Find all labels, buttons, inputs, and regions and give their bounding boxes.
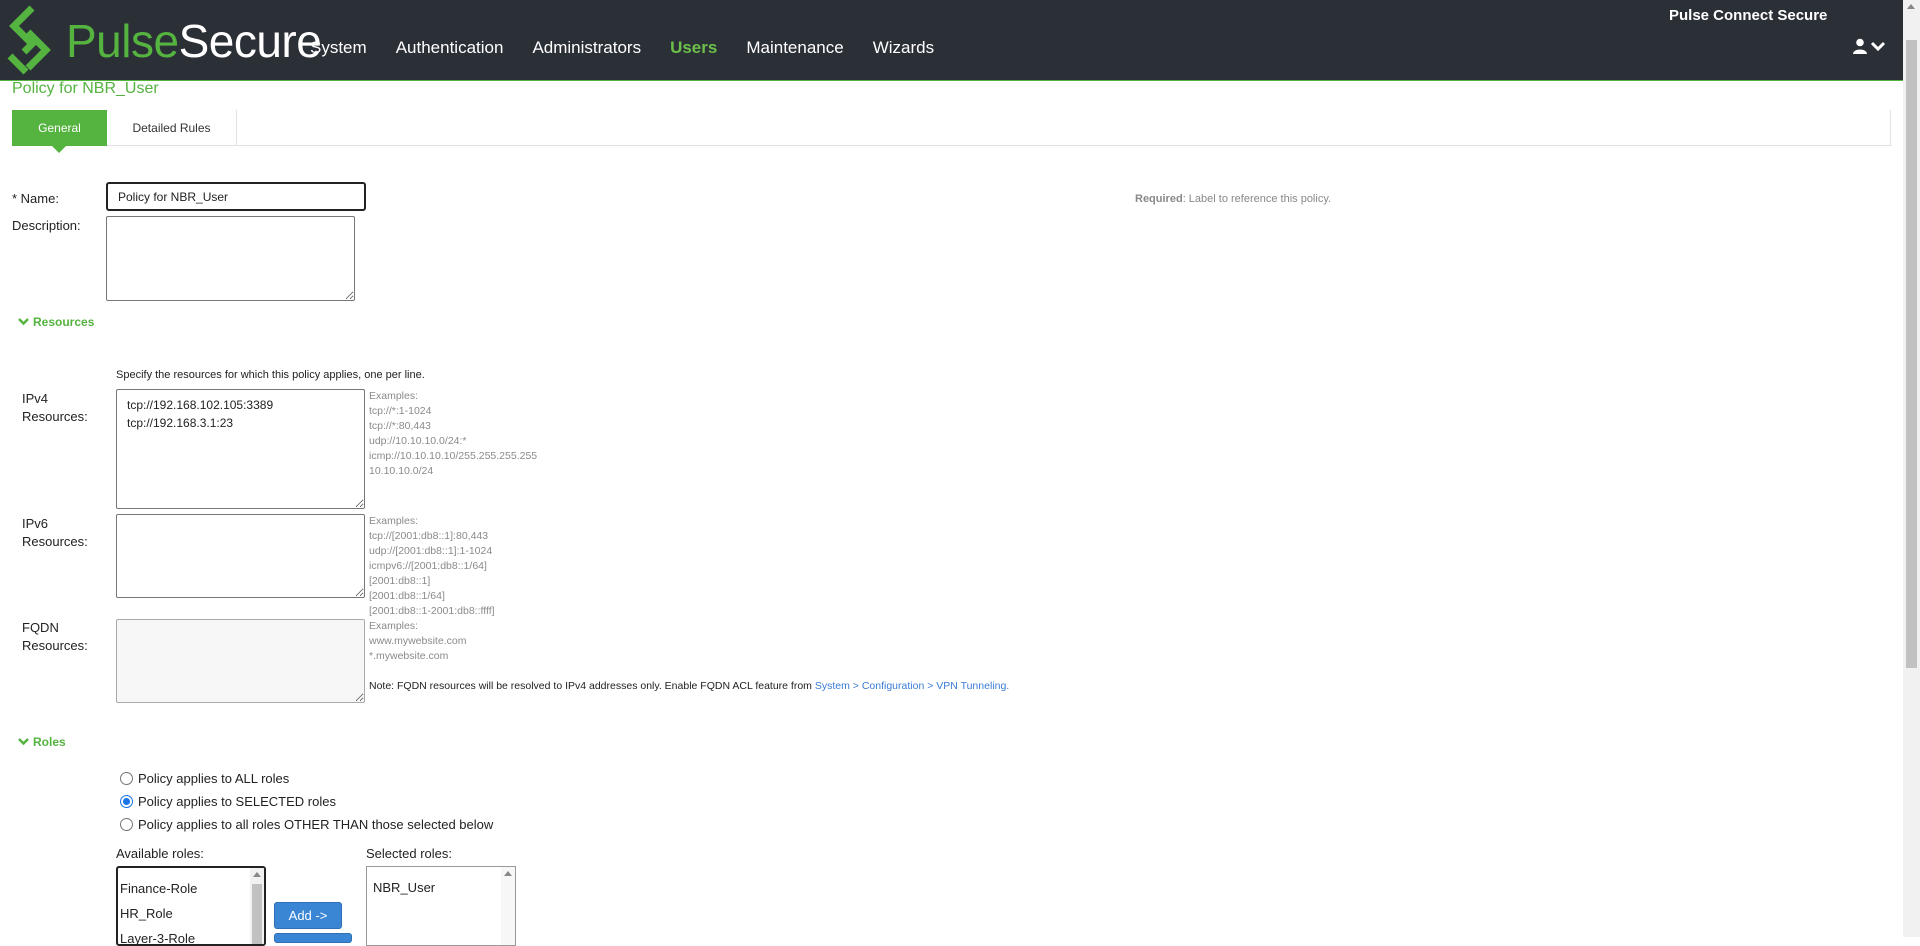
resources-hint: Specify the resources for which this pol… [116,369,425,381]
fqdn-note-text: Note: FQDN resources will be resolved to… [369,680,815,692]
example-line: icmp://10.10.10.10/255.255.255.255 [369,450,538,462]
required-text: : Label to reference this policy. [1182,193,1332,205]
tab-detailed-rules[interactable]: Detailed Rules [107,110,237,146]
nav-users[interactable]: Users [670,38,717,58]
tab-bar-edge [1890,110,1891,146]
radio-button[interactable] [120,772,133,785]
scroll-up-icon [504,871,512,876]
available-roles-list[interactable]: Finance-Role HR_Role Layer-3-Role [116,866,266,946]
required-label: Required [1135,193,1183,205]
example-line: tcp://[2001:db8::1]:80,443 [369,530,489,542]
ipv6-label-line2: Resources: [22,534,88,549]
page-scrollbar[interactable] [1903,0,1920,937]
resources-section-label: Resources [33,315,95,329]
nav-authentication[interactable]: Authentication [396,38,504,58]
scroll-thumb[interactable] [1906,40,1917,668]
nav-maintenance[interactable]: Maintenance [746,38,843,58]
scroll-up-icon [253,872,261,877]
available-roles-label: Available roles: [116,846,204,861]
resources-section-toggle[interactable]: Resources [18,315,94,329]
selected-roles-label: Selected roles: [366,846,452,861]
ipv4-examples: Examples: tcp://*:1-1024 tcp://*:80,443 … [369,389,537,479]
nav-system[interactable]: System [310,38,367,58]
name-label: * Name: [12,191,59,206]
scroll-up-icon [1907,4,1915,9]
example-line: udp://10.10.10.0/24:* [369,435,467,447]
fqdn-label-line2: Resources: [22,638,88,653]
logo-word-pulse: Pulse [66,15,179,67]
ipv6-examples: Examples: tcp://[2001:db8::1]:80,443 udp… [369,514,495,619]
pulse-logo-icon [7,5,51,75]
logo-word-secure: Secure [178,15,322,67]
list-item[interactable]: Finance-Role [118,876,264,901]
radio-label: Policy applies to SELECTED roles [138,794,336,809]
nav-administrators[interactable]: Administrators [532,38,641,58]
example-line: tcp://*:80,443 [369,420,431,432]
tab-general[interactable]: General [12,110,107,153]
example-line: [2001:db8::1/64] [369,590,445,602]
name-input[interactable] [106,182,366,211]
example-line: www.mywebsite.com [369,635,467,647]
ipv6-label-line1: IPv6 [22,516,49,531]
fqdn-note: Note: FQDN resources will be resolved to… [369,680,1009,692]
ipv4-resources-textarea[interactable]: tcp://192.168.102.105:3389 tcp://192.168… [116,389,365,509]
page-title: Policy for NBR_User [12,80,159,97]
radio-button[interactable] [120,795,133,808]
radio-button[interactable] [120,818,133,831]
fqdn-examples: Examples: www.mywebsite.com *.mywebsite.… [369,619,466,664]
roles-section-label: Roles [33,735,66,749]
pulse-secure-logo[interactable]: PulseSecure [6,4,322,78]
description-label: Description: [12,218,81,233]
fqdn-resources-textarea[interactable] [116,619,365,703]
list-item[interactable]: Layer-3-Role [118,926,264,944]
top-header: PulseSecure System Authentication Admini… [0,0,1920,81]
logo-wordmark: PulseSecure [66,15,322,67]
product-name: Pulse Connect Secure [1669,7,1828,24]
selected-roles-list[interactable]: NBR_User [366,866,516,946]
radio-label: Policy applies to all roles OTHER THAN t… [138,817,494,832]
main-nav: System Authentication Administrators Use… [310,38,963,58]
ipv6-resources-textarea[interactable] [116,514,365,598]
example-line: Examples: [369,390,419,402]
chevron-down-icon [18,735,29,749]
vpn-tunneling-link[interactable]: System > Configuration > VPN Tunneling. [815,680,1009,692]
list-item[interactable]: HR_Role [118,901,264,926]
chevron-down-icon [18,315,29,329]
ipv4-label-line2: Resources: [22,409,88,424]
nav-wizards[interactable]: Wizards [873,38,934,58]
remove-role-button[interactable] [274,933,352,943]
tab-bar: General Detailed Rules [12,110,1892,153]
radio-all-roles[interactable]: Policy applies to ALL roles [120,771,289,786]
list-scrollbar[interactable] [501,867,515,945]
example-line: Examples: [369,620,419,632]
example-line: [2001:db8::1-2001:db8::ffff] [369,605,495,617]
example-line: *.mywebsite.com [369,650,449,662]
radio-selected-roles[interactable]: Policy applies to SELECTED roles [120,794,336,809]
example-line: [2001:db8::1] [369,575,431,587]
ipv4-label-line1: IPv4 [22,391,49,406]
example-line: tcp://*:1-1024 [369,405,432,417]
add-role-button[interactable]: Add -> [274,902,342,929]
example-line: Examples: [369,515,419,527]
list-scrollbar[interactable] [250,868,264,944]
example-line: icmpv6://[2001:db8::1/64] [369,560,487,572]
fqdn-label-line1: FQDN [22,620,59,635]
radio-other-roles[interactable]: Policy applies to all roles OTHER THAN t… [120,817,493,832]
radio-label: Policy applies to ALL roles [138,771,290,786]
name-required-hint: Required: Label to reference this policy… [1135,193,1331,205]
example-line: udp://[2001:db8::1]:1-1024 [369,545,493,557]
chevron-down-icon [1871,41,1885,52]
list-item[interactable]: NBR_User [371,875,515,900]
example-line: 10.10.10.0/24 [369,465,434,477]
user-icon [1853,38,1867,54]
roles-section-toggle[interactable]: Roles [18,735,66,749]
user-menu[interactable] [1852,38,1892,58]
description-textarea[interactable] [106,216,355,301]
